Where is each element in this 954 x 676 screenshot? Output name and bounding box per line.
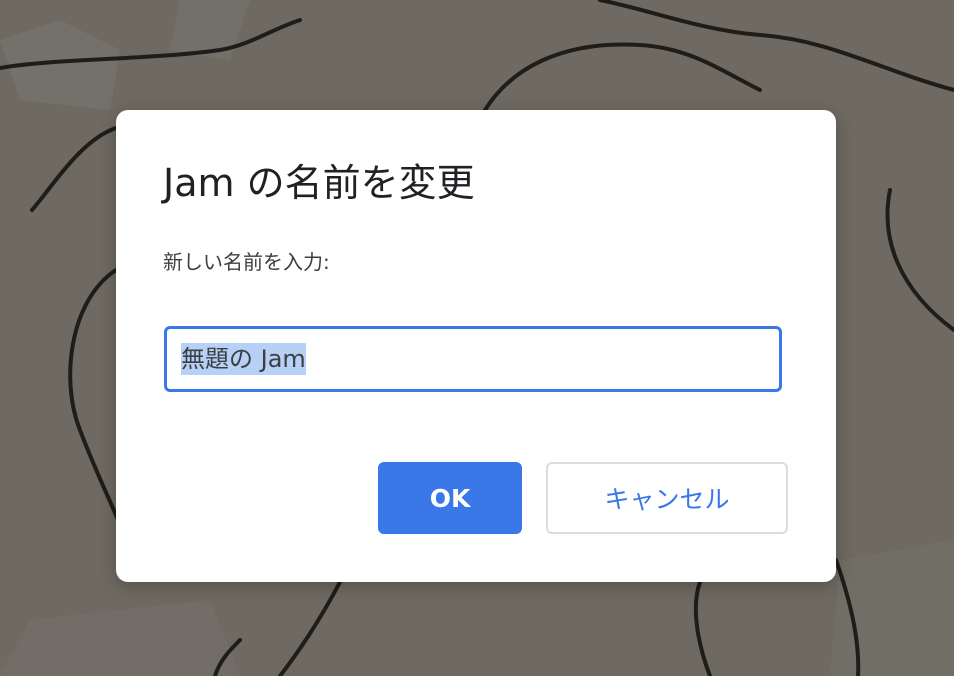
jam-name-input[interactable]: 無題の Jam bbox=[164, 326, 782, 392]
name-prompt-label: 新しい名前を入力: bbox=[163, 250, 330, 274]
cancel-button[interactable]: キャンセル bbox=[546, 462, 788, 534]
ok-button[interactable]: OK bbox=[378, 462, 522, 534]
jam-name-input-value: 無題の Jam bbox=[181, 343, 306, 375]
rename-jam-dialog: Jam の名前を変更 新しい名前を入力: 無題の Jam OK キャンセル bbox=[116, 110, 836, 582]
dialog-title: Jam の名前を変更 bbox=[163, 161, 475, 205]
